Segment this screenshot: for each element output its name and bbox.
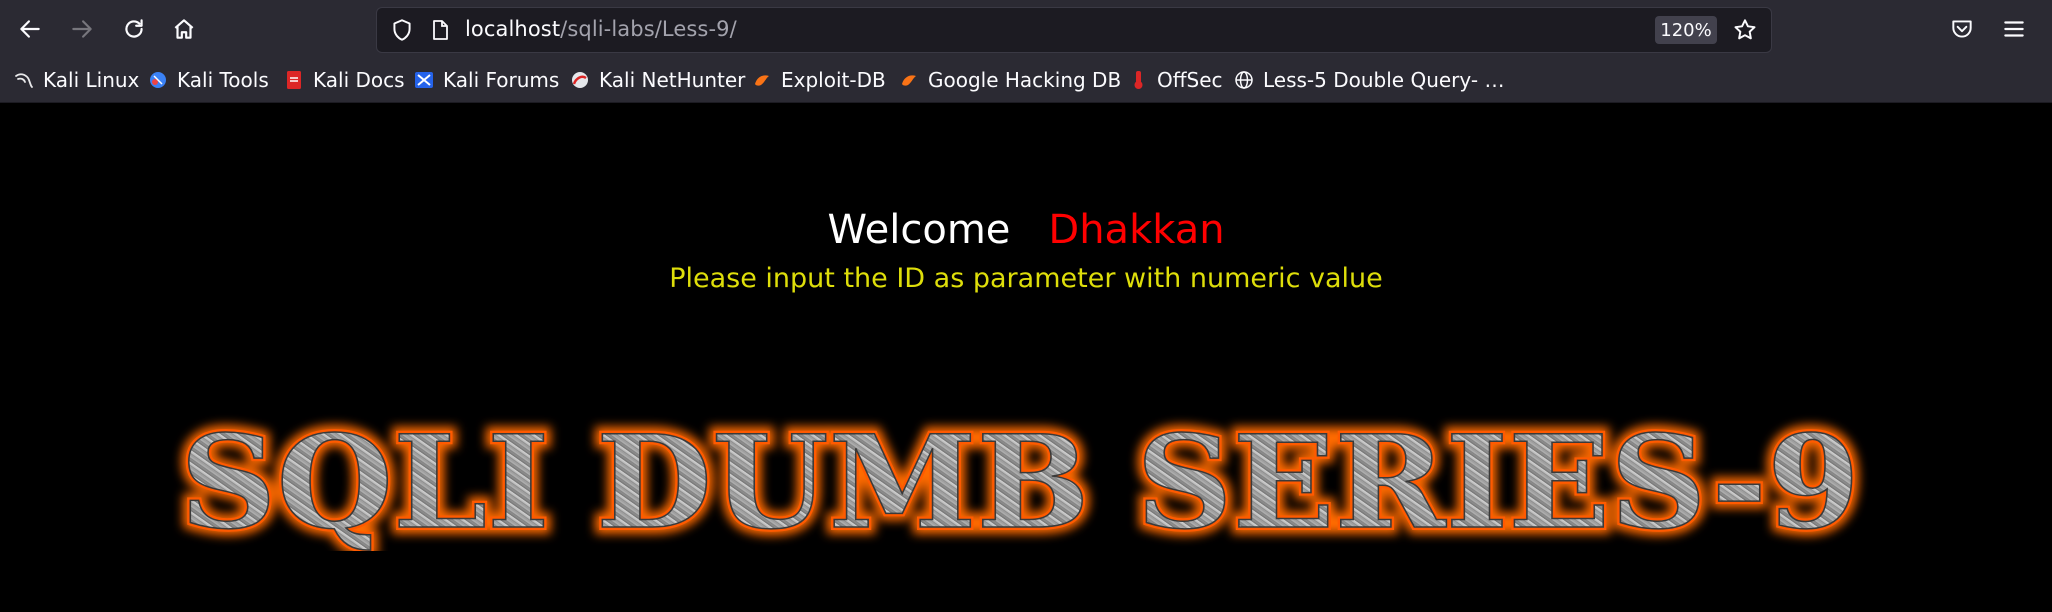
banner-text: SQLI DUMB SERIES-9 <box>180 411 1860 551</box>
pocket-button[interactable] <box>1946 13 1978 45</box>
page-icon[interactable] <box>429 18 451 42</box>
shield-icon[interactable] <box>389 17 415 43</box>
arrow-right-icon <box>72 20 92 38</box>
welcome-text: Welcome <box>827 207 1011 253</box>
kali-dragon-icon <box>15 73 33 88</box>
bookmark-kali-docs[interactable]: Kali Docs <box>284 58 405 102</box>
bookmark-kali-tools[interactable]: Kali Tools <box>148 58 269 102</box>
kali-nethunter-icon <box>572 72 588 88</box>
kali-docs-icon <box>287 71 301 89</box>
home-button[interactable] <box>168 13 200 45</box>
bookmark-label: Kali Linux <box>43 68 140 92</box>
url-text[interactable]: localhost/sqli-labs/Less-9/ <box>465 17 737 41</box>
bookmark-label: Google Hacking DB <box>928 68 1122 92</box>
url-path: /sqli-labs/Less-9/ <box>560 17 737 41</box>
bookmark-exploit-db[interactable]: Exploit-DB <box>752 58 886 102</box>
bookmark-kali-linux[interactable]: Kali Linux <box>14 58 139 102</box>
page-content: Welcome Dhakkan Please input the ID as pa… <box>0 103 2052 612</box>
menu-button[interactable] <box>1998 13 2030 45</box>
bookmark-label: Less-5 Double Query- … <box>1263 68 1505 92</box>
globe-icon <box>1235 71 1253 89</box>
bookmark-label: Kali Forums <box>443 68 560 92</box>
url-host: localhost <box>465 17 561 41</box>
bookmark-kali-forums[interactable]: Kali Forums <box>414 58 559 102</box>
username-text: Dhakkan <box>1048 207 1225 253</box>
sqli-dumb-series-banner: SQLI DUMB SERIES-9 SQLI DUMB SERIES-9 SQ… <box>173 411 1867 551</box>
reload-icon <box>125 19 143 38</box>
back-button[interactable] <box>14 13 46 45</box>
offsec-icon <box>1134 71 1143 89</box>
bookmark-kali-nethunter[interactable]: Kali NetHunter <box>570 58 745 102</box>
bookmark-label: Exploit-DB <box>781 68 886 92</box>
exploit-db-icon <box>755 75 769 86</box>
bookmark-star-icon[interactable] <box>1732 17 1758 43</box>
kali-tools-icon <box>150 72 166 88</box>
forward-button[interactable] <box>66 13 98 45</box>
bookmark-less-5[interactable]: Less-5 Double Query- … <box>1234 58 1504 102</box>
home-icon <box>174 19 194 39</box>
kali-forums-icon <box>415 72 433 88</box>
pocket-icon <box>1952 20 1972 38</box>
bookmark-label: Kali Docs <box>313 68 405 92</box>
url-bar[interactable]: localhost/sqli-labs/Less-9/ 120% <box>376 7 1772 53</box>
arrow-left-icon <box>20 20 40 38</box>
bookmark-label: Kali NetHunter <box>599 68 746 92</box>
reload-button[interactable] <box>118 13 150 45</box>
bookmark-offsec[interactable]: OffSec <box>1128 58 1223 102</box>
hamburger-menu-icon <box>2004 21 2024 37</box>
ghdb-icon <box>902 75 916 86</box>
bookmark-google-hacking-db[interactable]: Google Hacking DB <box>899 58 1121 102</box>
bookmarks-bar: Kali Linux Kali Tools Kali Docs Kali For… <box>0 58 2052 103</box>
bookmark-label: Kali Tools <box>177 68 269 92</box>
browser-toolbar: localhost/sqli-labs/Less-9/ 120% <box>0 0 2052 58</box>
instruction-text: Please input the ID as parameter with nu… <box>669 263 1383 294</box>
zoom-level-button[interactable]: 120% <box>1655 16 1717 44</box>
bookmark-label: OffSec <box>1157 68 1223 92</box>
welcome-heading: Welcome Dhakkan <box>0 207 2052 253</box>
